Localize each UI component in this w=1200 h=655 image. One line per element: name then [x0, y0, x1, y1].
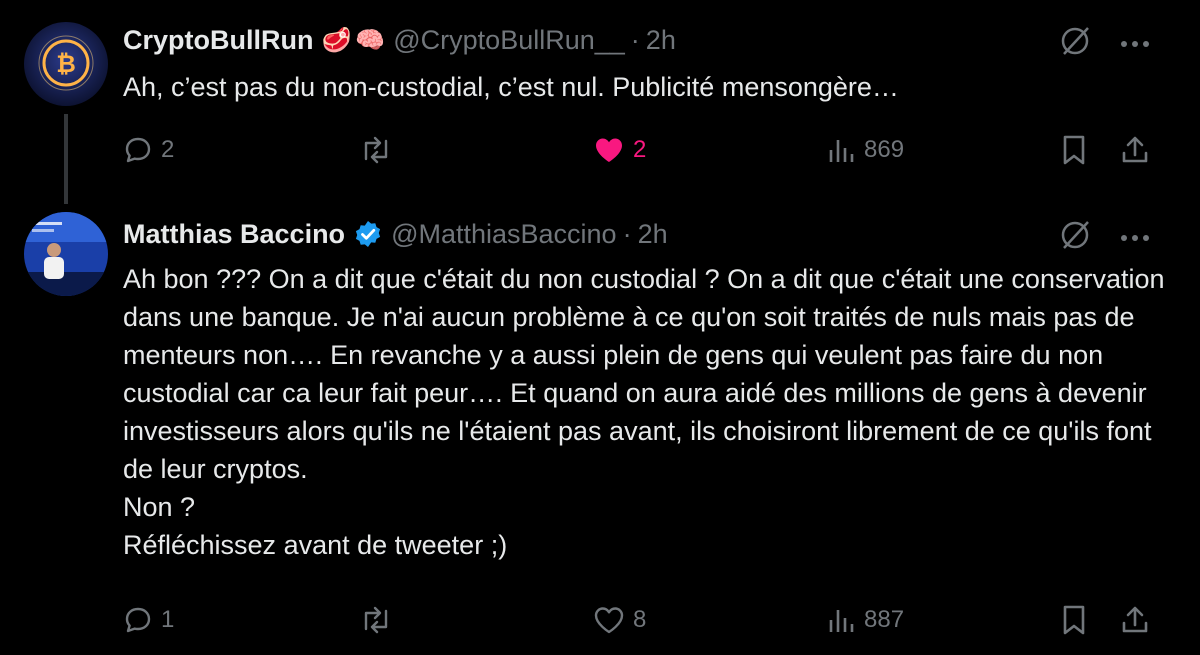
- brain-emoji-icon: 🧠: [355, 26, 386, 54]
- timestamp[interactable]: 2h: [646, 25, 676, 56]
- reply-count: 2: [161, 136, 175, 163]
- retweet-button[interactable]: [359, 128, 401, 172]
- bookmark-button[interactable]: [1059, 128, 1089, 172]
- avatar[interactable]: ₿: [24, 22, 108, 106]
- views-button[interactable]: 869: [826, 128, 904, 172]
- tweet-1[interactable]: ₿ CryptoBullRun 🥩 🧠 @CryptoBullRun__ · 2…: [0, 0, 1200, 200]
- reply-icon: [125, 137, 151, 163]
- speaker-photo-avatar-image: [24, 212, 108, 296]
- share-button[interactable]: [1119, 598, 1151, 642]
- heart-outline-icon: [594, 607, 624, 634]
- tweet-actions: 1 8 887: [123, 598, 1163, 642]
- display-name[interactable]: Matthias Baccino: [123, 219, 345, 250]
- like-count: 8: [633, 606, 647, 633]
- separator-dot: ·: [630, 24, 640, 55]
- retweet-icon: [364, 606, 388, 634]
- retweet-button[interactable]: [359, 598, 401, 642]
- timestamp[interactable]: 2h: [638, 219, 668, 250]
- tweet-actions: 2 2 869: [123, 128, 1163, 172]
- like-count: 2: [633, 136, 647, 163]
- reply-count: 1: [161, 606, 175, 633]
- header-actions: [1058, 24, 1150, 63]
- tweet-header: CryptoBullRun 🥩 🧠 @CryptoBullRun__ · 2h: [123, 20, 676, 60]
- header-actions: [1058, 218, 1150, 257]
- more-options-icon[interactable]: [1120, 229, 1150, 247]
- bookmark-icon: [1063, 605, 1085, 635]
- verified-badge-icon: [353, 219, 383, 249]
- separator-dot: ·: [622, 218, 632, 249]
- views-analytics-icon: [829, 140, 854, 162]
- reply-icon: [125, 607, 151, 633]
- heart-filled-icon: [596, 138, 622, 162]
- grok-icon[interactable]: [1058, 218, 1092, 257]
- view-count: 869: [864, 136, 905, 163]
- tweet-header: Matthias Baccino @MatthiasBaccino · 2h: [123, 214, 668, 254]
- user-handle[interactable]: @CryptoBullRun__: [393, 25, 625, 56]
- share-button[interactable]: [1119, 128, 1151, 172]
- more-options-icon[interactable]: [1120, 35, 1150, 53]
- like-button[interactable]: 8: [593, 598, 646, 642]
- steak-emoji-icon: 🥩: [321, 26, 352, 54]
- bitcoin-logo-avatar-image: ₿: [24, 22, 108, 106]
- tweet-2[interactable]: Matthias Baccino @MatthiasBaccino · 2h A…: [0, 200, 1200, 655]
- retweet-icon: [364, 136, 388, 164]
- tweet-text: Ah bon ??? On a dit que c'était du non c…: [123, 264, 1165, 560]
- display-name[interactable]: CryptoBullRun: [123, 25, 313, 56]
- avatar[interactable]: [24, 212, 108, 296]
- reply-button[interactable]: 1: [123, 598, 174, 642]
- user-handle[interactable]: @MatthiasBaccino: [391, 219, 617, 250]
- views-analytics-icon: [829, 610, 854, 632]
- bookmark-icon: [1063, 135, 1085, 165]
- share-icon: [1122, 606, 1148, 633]
- grok-icon[interactable]: [1058, 24, 1092, 63]
- bookmark-button[interactable]: [1059, 598, 1089, 642]
- tweet-text: Ah, c’est pas du non-custodial, c’est nu…: [123, 72, 899, 102]
- share-icon: [1122, 136, 1148, 163]
- like-button[interactable]: 2: [593, 128, 646, 172]
- name-emoji: 🥩 🧠: [321, 26, 385, 55]
- views-button[interactable]: 887: [826, 598, 904, 642]
- svg-text:₿: ₿: [56, 50, 76, 78]
- view-count: 887: [864, 606, 905, 633]
- reply-button[interactable]: 2: [123, 128, 174, 172]
